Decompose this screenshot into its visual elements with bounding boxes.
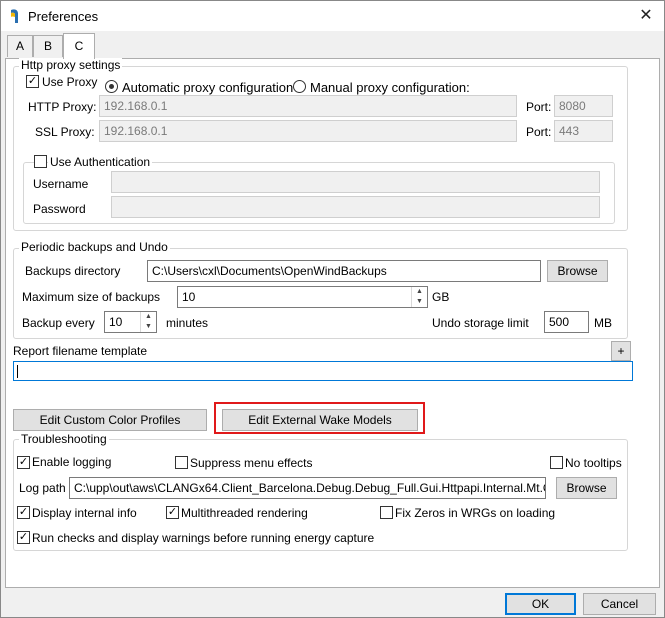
ssl-port-field[interactable]: 443	[554, 120, 613, 142]
http-port-field[interactable]: 8080	[554, 95, 613, 117]
tab-b[interactable]: B	[33, 35, 63, 57]
use-authentication-label: Use Authentication	[48, 155, 153, 169]
use-proxy-label: Use Proxy	[42, 75, 98, 89]
tab-a[interactable]: A	[7, 35, 33, 57]
edit-custom-color-profiles-button[interactable]: Edit Custom Color Profiles	[13, 409, 207, 431]
close-icon[interactable]: ✕	[634, 4, 658, 28]
max-size-label: Maximum size of backups	[22, 290, 161, 304]
undo-limit-unit: MB	[594, 316, 612, 330]
max-size-down-icon[interactable]: ▼	[412, 297, 427, 307]
username-field[interactable]	[111, 171, 600, 193]
max-size-unit: GB	[432, 290, 450, 304]
password-field[interactable]	[111, 196, 600, 218]
ssl-proxy-label: SSL Proxy:	[35, 125, 95, 139]
ssl-proxy-field[interactable]: 192.168.0.1	[99, 120, 517, 142]
backup-every-stepper[interactable]: ▲ ▼	[140, 312, 156, 332]
ssl-port-label: Port:	[526, 125, 552, 139]
display-internal-label: Display internal info	[32, 506, 137, 520]
proxy-settings-title: Http proxy settings	[19, 58, 123, 72]
password-label: Password	[33, 202, 86, 216]
display-internal-checkbox[interactable]: ✓	[17, 506, 30, 519]
fix-zeros-label: Fix Zeros in WRGs on loading	[395, 506, 556, 520]
add-template-button[interactable]: +	[611, 341, 631, 361]
backup-every-down-icon[interactable]: ▼	[141, 322, 156, 332]
window-title: Preferences	[28, 9, 99, 24]
text-cursor	[17, 365, 18, 378]
undo-limit-label: Undo storage limit	[432, 316, 529, 330]
enable-logging-checkbox[interactable]: ✓	[17, 456, 30, 469]
backups-directory-label: Backups directory	[25, 264, 121, 278]
tab-b-label: B	[43, 39, 52, 53]
multithreaded-label: Multithreaded rendering	[181, 506, 308, 520]
http-proxy-label: HTTP Proxy:	[28, 100, 97, 114]
max-size-field[interactable]: 10	[177, 286, 428, 308]
run-checks-label: Run checks and display warnings before r…	[32, 531, 375, 545]
multithreaded-checkbox[interactable]: ✓	[166, 506, 179, 519]
log-path-field[interactable]: C:\upp\out\aws\CLANGx64.Client_Barcelona…	[69, 477, 546, 499]
backup-every-up-icon[interactable]: ▲	[141, 312, 156, 322]
manual-proxy-label: Manual proxy configuration:	[310, 80, 470, 95]
max-size-up-icon[interactable]: ▲	[412, 287, 427, 297]
http-port-label: Port:	[526, 100, 552, 114]
backups-directory-field[interactable]: C:\Users\cxl\Documents\OpenWindBackups	[147, 260, 541, 282]
fix-zeros-checkbox[interactable]	[380, 506, 393, 519]
backups-browse-button[interactable]: Browse	[547, 260, 608, 282]
edit-external-wake-models-button[interactable]: Edit External Wake Models	[222, 409, 418, 431]
backup-every-unit: minutes	[166, 316, 209, 330]
ok-button[interactable]: OK	[505, 593, 576, 615]
undo-limit-field[interactable]: 500	[544, 311, 589, 333]
backup-every-label: Backup every	[22, 316, 95, 330]
tab-c-label: C	[74, 39, 84, 53]
enable-logging-label: Enable logging	[32, 455, 112, 469]
troubleshooting-title: Troubleshooting	[19, 432, 109, 446]
report-template-label: Report filename template	[13, 344, 148, 358]
no-tooltips-checkbox[interactable]	[550, 456, 563, 469]
auto-proxy-label: Automatic proxy configuration	[122, 80, 294, 95]
http-proxy-field[interactable]: 192.168.0.1	[99, 95, 517, 117]
cancel-button[interactable]: Cancel	[583, 593, 656, 615]
auto-proxy-radio[interactable]	[105, 80, 118, 93]
preferences-window: Preferences ✕ A B C Http proxy settings …	[0, 0, 665, 618]
app-logo-icon	[11, 9, 18, 23]
log-path-label: Log path	[19, 481, 66, 495]
suppress-menu-checkbox[interactable]	[175, 456, 188, 469]
max-size-stepper[interactable]: ▲ ▼	[411, 287, 427, 307]
title-bar: Preferences ✕	[1, 1, 664, 31]
use-authentication-checkbox[interactable]	[34, 155, 47, 168]
backups-title: Periodic backups and Undo	[19, 240, 170, 254]
log-path-browse-button[interactable]: Browse	[556, 477, 617, 499]
run-checks-checkbox[interactable]: ✓	[17, 531, 30, 544]
tab-c[interactable]: C	[63, 33, 95, 59]
tab-a-label: A	[15, 39, 24, 53]
suppress-menu-label: Suppress menu effects	[190, 456, 313, 470]
manual-proxy-radio[interactable]	[293, 80, 306, 93]
use-proxy-checkbox[interactable]: ✓	[26, 75, 39, 88]
report-template-field[interactable]	[13, 361, 633, 381]
username-label: Username	[33, 177, 89, 191]
no-tooltips-label: No tooltips	[565, 456, 622, 470]
